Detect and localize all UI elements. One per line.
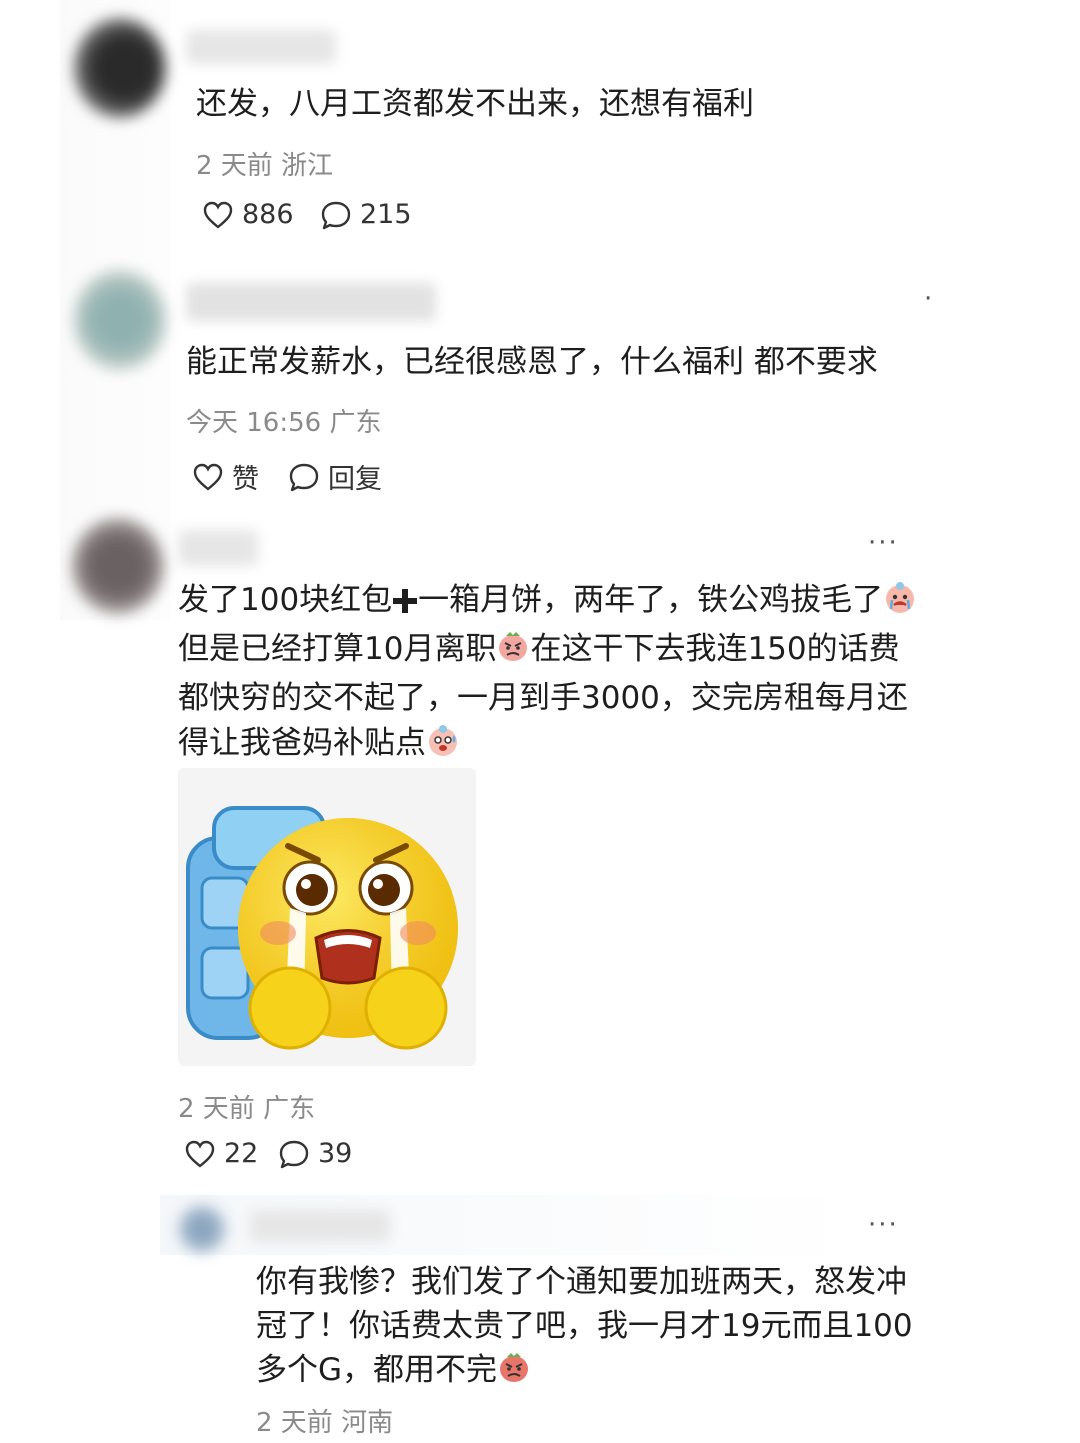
reply-count: 215 (360, 199, 412, 230)
heart-outline-icon (192, 462, 224, 492)
crying-emoji-with-backpack-sticker (186, 806, 458, 1050)
username-blurred[interactable] (186, 283, 436, 321)
comment-meta: 2 天前 广东 (178, 1094, 316, 1124)
text-line: 你有我惨？我们发了个通知要加班两天，怒发冲 (256, 1264, 907, 1300)
comment-text: 能正常发薪水，已经很感恩了，什么福利 都不要求 (186, 344, 878, 380)
heart-outline-icon (202, 200, 234, 230)
comment-meta: 2 天前 浙江 (196, 151, 334, 181)
sticker-image[interactable] (178, 768, 476, 1066)
speech-bubble-icon (288, 462, 320, 492)
comment-meta: 2 天前 河南 (256, 1408, 394, 1438)
speech-bubble-icon (320, 200, 352, 230)
comment-text: 发了100块红包 一箱月饼，两年了，铁公鸡拔毛了 但是已经打算10月离职 在这干下去… (178, 578, 938, 770)
comment-meta: 今天 16:56 广东 (186, 408, 382, 438)
like-count: 22 (224, 1138, 259, 1169)
sweat-face-emoji (426, 723, 460, 770)
heart-outline-icon (184, 1139, 216, 1169)
avatar[interactable] (178, 1205, 226, 1253)
heavy-plus-icon (392, 582, 418, 627)
username-blurred[interactable] (186, 30, 336, 64)
like-button[interactable]: 886 (202, 199, 294, 230)
text-line: 但是已经打算10月离职 在这干下去我连150的话费 (178, 627, 938, 676)
text-line: 冠了！你话费太贵了吧，我一月才19元而且100 (256, 1308, 913, 1344)
comment-text: 你有我惨？我们发了个通知要加班两天，怒发冲 冠了！你话费太贵了吧，我一月才19元… (256, 1260, 936, 1396)
reply-button[interactable]: 回复 (288, 457, 382, 496)
text-line: 多个G，都用不完 (256, 1348, 936, 1396)
avatar[interactable] (74, 18, 166, 118)
comment-text: 还发，八月工资都发不出来，还想有福利 (196, 86, 754, 122)
username-blurred[interactable] (250, 1210, 390, 1242)
more-menu-button[interactable]: · (924, 284, 934, 314)
like-label: 赞 (232, 464, 259, 495)
text-line: 都快穷的交不起了，一月到手3000，交完房租每月还 (178, 680, 908, 716)
text-line: 发了100块红包 一箱月饼，两年了，铁公鸡拔毛了 (178, 578, 938, 627)
like-button[interactable]: 22 (184, 1138, 258, 1169)
text-line: 得让我爸妈补贴点 (178, 721, 938, 770)
reply-button[interactable]: 215 (320, 199, 412, 230)
username-blurred[interactable] (178, 530, 258, 566)
avatar[interactable] (72, 518, 164, 614)
reply-count: 39 (318, 1138, 353, 1169)
crying-face-emoji (883, 580, 917, 627)
more-menu-button[interactable]: ··· (868, 528, 899, 558)
reply-label: 回复 (328, 464, 382, 495)
more-menu-button[interactable]: ··· (868, 1210, 899, 1240)
angry-face-emoji (497, 1350, 531, 1396)
avatar[interactable] (74, 270, 166, 370)
angry-face-emoji (496, 629, 530, 676)
like-button[interactable]: 赞 (192, 457, 259, 496)
speech-bubble-icon (278, 1139, 310, 1169)
like-count: 886 (242, 199, 294, 230)
reply-button[interactable]: 39 (278, 1138, 352, 1169)
